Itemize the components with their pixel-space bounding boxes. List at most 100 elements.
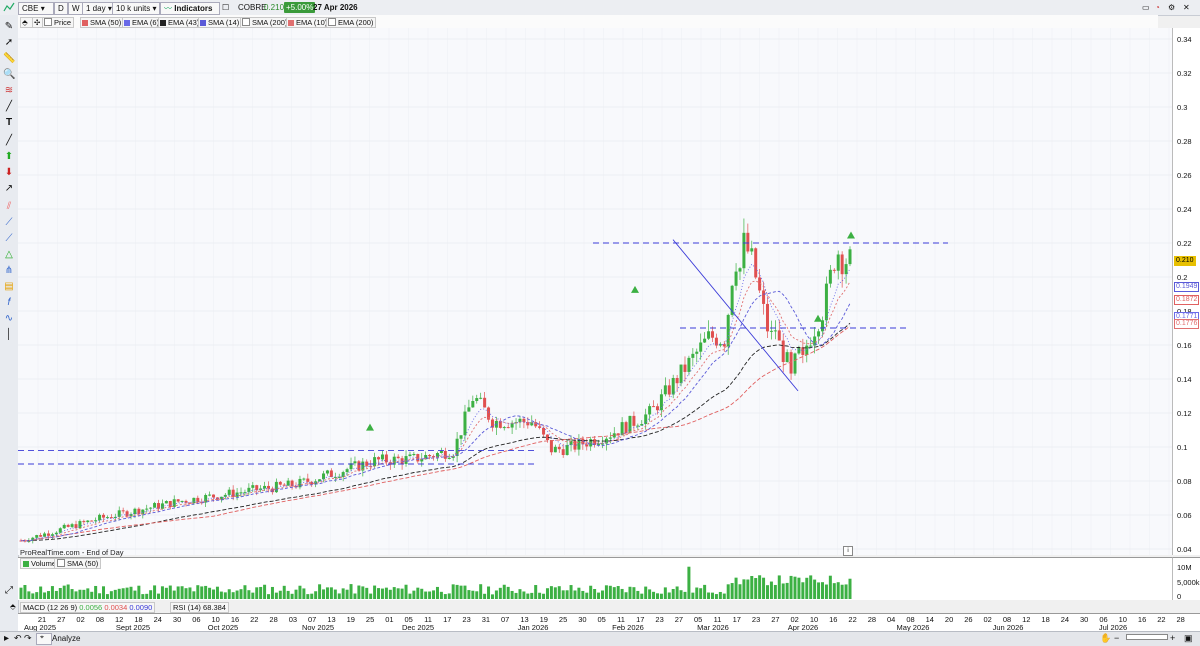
analyze-icon[interactable]: ⌖	[36, 633, 52, 645]
zoom-fit-icon[interactable]: ⤢	[3, 585, 15, 597]
arrow-up-icon[interactable]: ⬆	[3, 151, 15, 163]
legend-ema43[interactable]: EMA (43)	[158, 17, 203, 28]
info-icon[interactable]: i	[843, 546, 853, 556]
volume-bar	[50, 586, 54, 599]
rectangle-icon[interactable]: ▤	[3, 281, 15, 293]
volume-bar	[329, 587, 333, 599]
volume-bar	[129, 586, 133, 599]
buy-arrow-icon[interactable]	[814, 314, 822, 322]
curve-icon[interactable]: ∿	[3, 313, 15, 325]
price-chart-svg[interactable]	[18, 28, 1172, 555]
legend-sma200[interactable]: SMA (200)	[240, 17, 291, 28]
analyze-label[interactable]: Analyze	[52, 634, 80, 643]
play-icon[interactable]: ▸	[4, 633, 9, 644]
volume-bar	[844, 584, 848, 599]
interval-selector[interactable]: 1 day ▾	[82, 2, 114, 15]
volume-svg	[19, 566, 852, 599]
window-menu-icon[interactable]: ▭	[1142, 2, 1150, 13]
date-axis[interactable]: 21 27 02 08 12 18 24 30 06 10 16 22 28 03 07 13 19 25 01 05…	[18, 613, 1200, 632]
volume-bar	[231, 592, 235, 599]
collapse-icon[interactable]: ⬘	[8, 602, 18, 611]
d-button[interactable]: D	[54, 2, 68, 15]
volume-bar	[530, 592, 534, 599]
candle	[640, 420, 644, 426]
date-tick: 27	[57, 615, 66, 624]
candle	[247, 483, 251, 495]
volume-bar	[160, 586, 164, 599]
volume-bar	[337, 593, 341, 599]
buy-arrow-icon[interactable]	[631, 285, 639, 293]
candle	[408, 451, 412, 457]
ray-icon[interactable]: ⟋	[3, 217, 15, 229]
candle	[636, 423, 640, 430]
line-tool-icon[interactable]: ╱	[3, 135, 15, 147]
volume-bar	[196, 585, 200, 599]
volume-bar	[514, 592, 518, 599]
legend-ema200[interactable]: EMA (200)	[326, 17, 377, 28]
price-axis[interactable]: 0.340.320.30.280.260.240.220.20.180.160.…	[1172, 28, 1200, 555]
zoom-out-icon[interactable]: −	[1114, 633, 1119, 643]
redo-icon[interactable]: ↷	[24, 633, 32, 644]
volume-bar	[667, 592, 671, 599]
volume-bar	[785, 582, 789, 599]
alarm-icon[interactable]: ◔	[1155, 2, 1160, 13]
legend-volume-sma50[interactable]: SMA (50)	[54, 558, 102, 569]
date-tick: 22	[250, 615, 259, 624]
volume-bar	[490, 594, 494, 599]
legend-ema6[interactable]: EMA (6)	[122, 17, 163, 28]
units-selector[interactable]: 10 k units ▾	[112, 2, 160, 15]
pencil-icon[interactable]: ✎	[3, 21, 15, 33]
legend-rsi[interactable]: RSI (14) 68.384	[170, 602, 229, 613]
arrow-diagonal-icon[interactable]: ↗	[3, 183, 15, 195]
arrow-down-icon[interactable]: ⬇	[3, 167, 15, 179]
price-chart[interactable]	[18, 28, 1172, 555]
settings-icon[interactable]: ⚙	[1168, 2, 1175, 13]
candle	[836, 250, 840, 280]
candle	[714, 333, 718, 349]
legend-macd[interactable]: MACD (12 26 9) 0.0056 0.0034 0.0090	[20, 602, 156, 613]
fibonacci-icon[interactable]: ≋	[3, 85, 15, 97]
legend-sma14[interactable]: SMA (14)	[198, 17, 243, 28]
volume-bar	[475, 591, 479, 599]
legend-ema10[interactable]: EMA (10)	[286, 17, 331, 28]
vertical-line-icon[interactable]: │	[3, 329, 15, 341]
candle	[773, 320, 777, 340]
text-tool-icon[interactable]: T	[3, 117, 15, 129]
candle	[168, 500, 172, 510]
legend-price[interactable]: Price	[42, 17, 75, 28]
volume-bar	[828, 575, 832, 599]
buy-arrow-icon[interactable]	[366, 423, 374, 431]
date-tick: 06	[192, 615, 201, 624]
date-tick: 31	[481, 615, 491, 624]
candle	[357, 460, 361, 472]
trendline-icon[interactable]: ╱	[3, 101, 15, 113]
camera-icon[interactable]: ▣	[1184, 633, 1193, 644]
volume-panel[interactable]	[18, 557, 1172, 600]
volume-bar	[447, 593, 451, 599]
triangle-icon[interactable]: △	[3, 249, 15, 261]
date-tick: 08	[95, 615, 105, 624]
date-tick: 20	[944, 615, 954, 624]
buy-arrow-icon[interactable]	[847, 231, 855, 239]
chart-type-icon[interactable]	[3, 2, 15, 13]
candle	[58, 527, 62, 534]
ema43-line	[21, 322, 851, 542]
pitchfork-icon[interactable]: ⋔	[3, 265, 15, 277]
segment-icon[interactable]: ⟋	[3, 233, 15, 245]
volume-bar	[746, 579, 750, 599]
legend-sma50[interactable]: SMA (50)	[80, 17, 125, 28]
symbol-selector[interactable]: CBE ▾	[18, 2, 54, 15]
close-icon[interactable]: ✕	[1183, 2, 1190, 13]
hand-icon[interactable]: ✋	[1100, 633, 1111, 644]
undo-icon[interactable]: ↶	[14, 633, 22, 644]
channel-icon[interactable]: ⫽	[3, 201, 15, 213]
cursor-icon[interactable]: ➚	[3, 37, 15, 49]
indicators-button[interactable]: 〰 Indicators	[160, 2, 220, 15]
zoom-slider[interactable]	[1126, 634, 1168, 640]
zoom-in-icon[interactable]: +	[1170, 633, 1175, 643]
zoom-icon[interactable]: 🔍	[3, 69, 15, 81]
candle	[298, 475, 302, 490]
price-tick: 0.28	[1177, 137, 1192, 146]
fan-icon[interactable]: 𝑓	[3, 297, 15, 309]
ruler-icon[interactable]: 📏	[3, 53, 15, 65]
